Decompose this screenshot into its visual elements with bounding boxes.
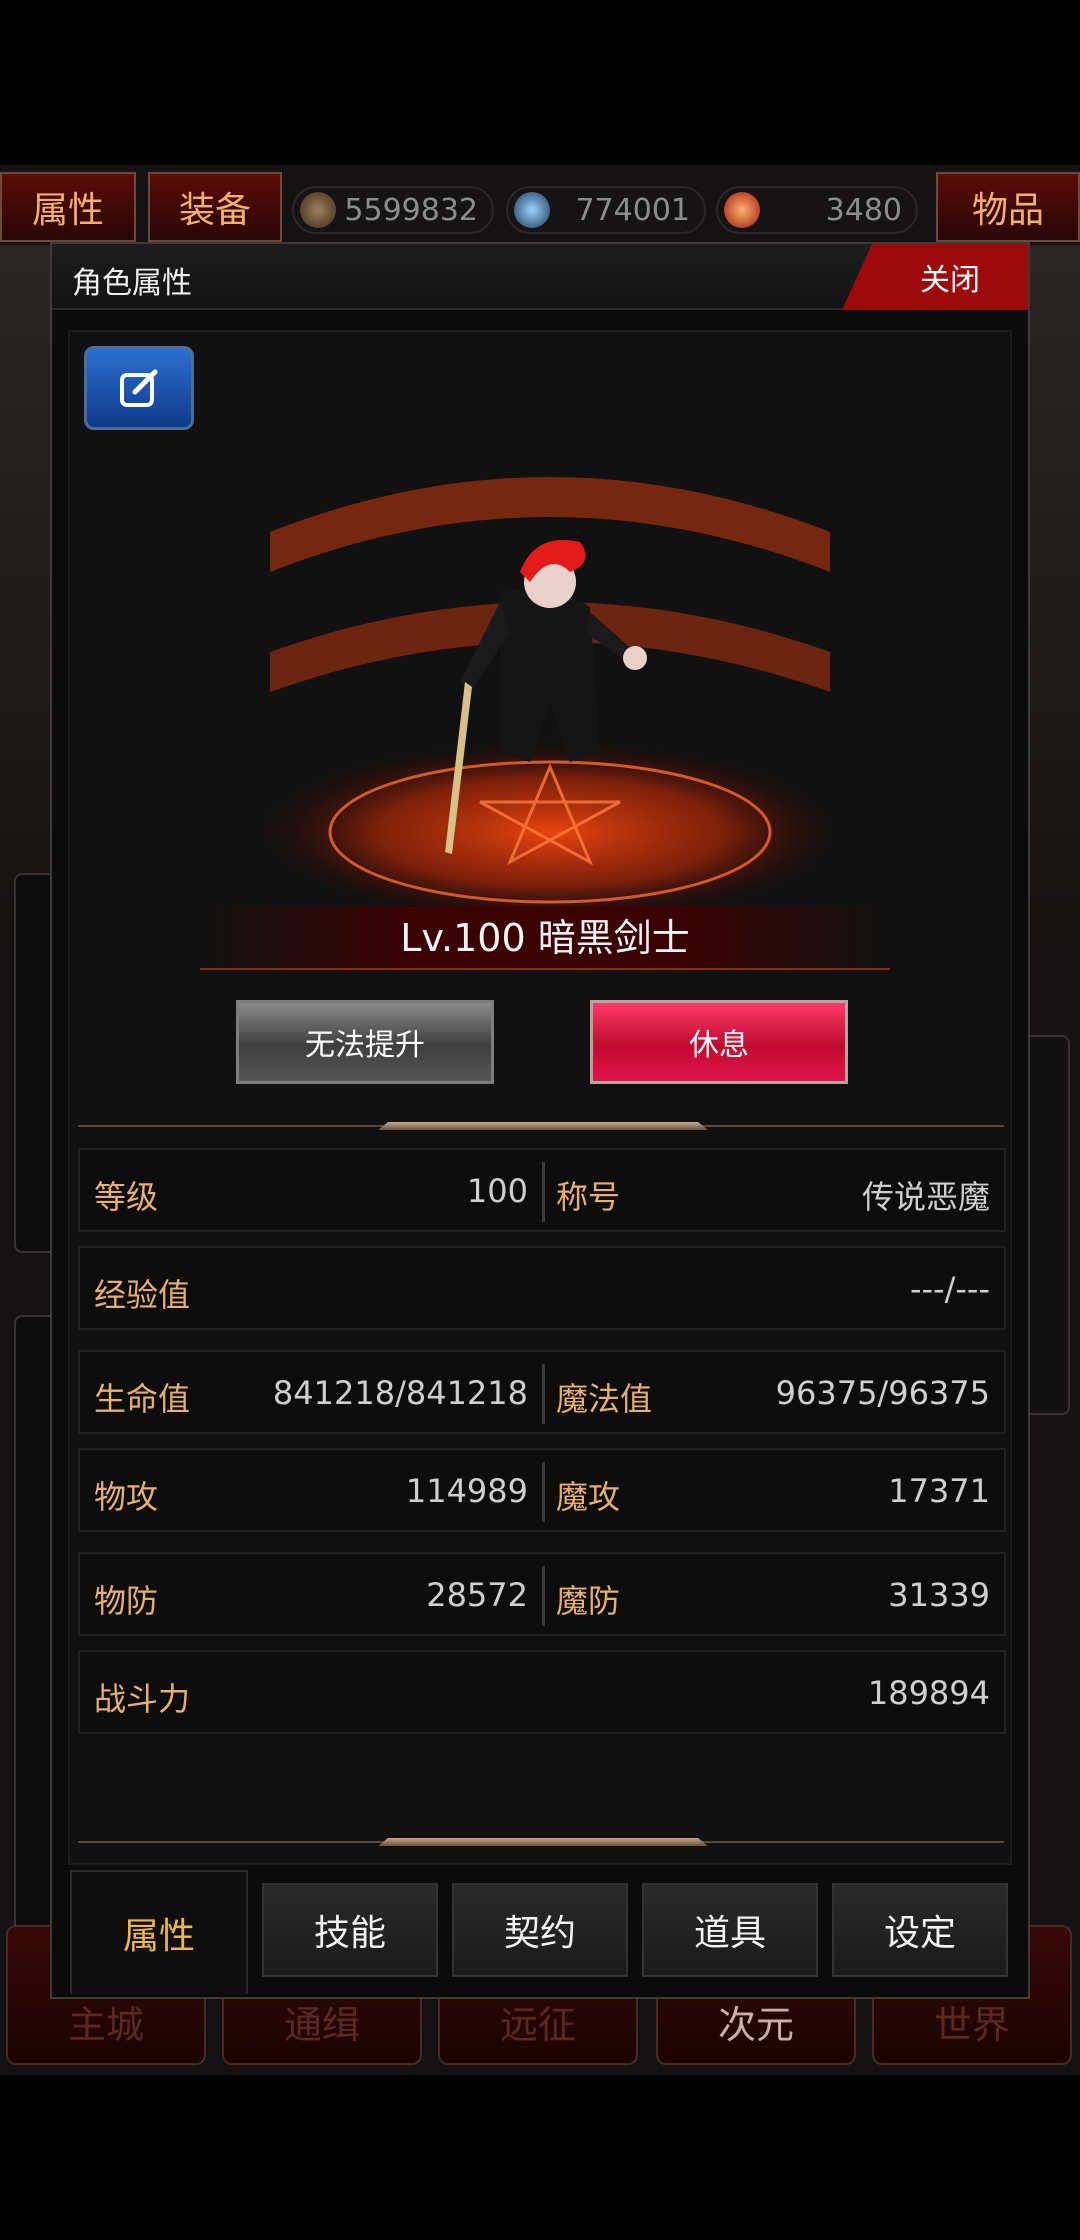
- gem-value: 3480: [825, 192, 902, 228]
- stat-separator: [542, 1364, 545, 1424]
- combat-power-label: 战斗力: [94, 1680, 191, 1718]
- stat-row-level: 等级 100 称号 传说恶魔: [78, 1148, 1006, 1232]
- close-button[interactable]: 关闭: [842, 244, 1028, 310]
- stat-separator: [542, 1462, 545, 1522]
- level-label: 等级: [94, 1178, 159, 1216]
- stat-row-attack: 物攻 114989 魔攻 17371: [78, 1448, 1006, 1532]
- combat-power-value: 189894: [867, 1674, 990, 1712]
- edit-button[interactable]: [84, 346, 194, 430]
- exp-value: ---/---: [909, 1270, 990, 1308]
- physical-attack-label: 物攻: [94, 1478, 159, 1516]
- exp-label: 经验值: [94, 1276, 191, 1314]
- mp-value: 96375/96375: [775, 1374, 990, 1412]
- hp-value: 841218/841218: [272, 1374, 528, 1412]
- modal-header: 角色属性 关闭: [52, 244, 1028, 310]
- physical-defense-label: 物防: [94, 1582, 159, 1620]
- edit-icon: [120, 369, 158, 407]
- hp-label: 生命值: [94, 1380, 191, 1418]
- skull-icon: [514, 192, 550, 228]
- stat-separator: [542, 1566, 545, 1626]
- rest-button[interactable]: 休息: [590, 1000, 848, 1084]
- divider-bottom: [78, 1838, 1004, 1846]
- stat-row-hp-mp: 生命值 841218/841218 魔法值 96375/96375: [78, 1350, 1006, 1434]
- magic-defense-value: 31339: [888, 1576, 990, 1614]
- character-name-level: Lv.100 暗黑剑士: [200, 906, 890, 970]
- physical-defense-value: 28572: [426, 1576, 528, 1614]
- stat-row-exp: 经验值 ---/---: [78, 1246, 1006, 1330]
- character-portrait: [260, 477, 840, 912]
- magic-attack-value: 17371: [888, 1472, 990, 1510]
- divider-top: [78, 1122, 1004, 1130]
- magic-attack-label: 魔攻: [556, 1478, 621, 1516]
- tab-skills[interactable]: 技能: [262, 1883, 438, 1977]
- tab-items-top[interactable]: 物品: [936, 172, 1080, 242]
- title-value: 传说恶魔: [861, 1178, 990, 1216]
- stat-row-power: 战斗力 189894: [78, 1650, 1006, 1734]
- tab-items[interactable]: 道具: [642, 1883, 818, 1977]
- tab-settings[interactable]: 设定: [832, 1883, 1008, 1977]
- soul-value: 774001: [575, 192, 690, 228]
- top-bar: 属性 装备 5599832 774001 3480 物品: [0, 172, 1080, 250]
- physical-attack-value: 114989: [405, 1472, 528, 1510]
- gold-coin-icon: [300, 192, 336, 228]
- gold-counter: 5599832: [292, 186, 494, 234]
- tab-contract[interactable]: 契约: [452, 1883, 628, 1977]
- level-value: 100: [466, 1172, 528, 1210]
- gold-value: 5599832: [344, 192, 478, 228]
- tab-attributes[interactable]: 属性: [70, 1870, 248, 1994]
- tab-equipment-top[interactable]: 装备: [148, 172, 282, 242]
- title-label: 称号: [556, 1178, 621, 1216]
- tab-attributes-top[interactable]: 属性: [0, 172, 136, 242]
- fire-gem-icon: [724, 192, 760, 228]
- character-panel: Lv.100 暗黑剑士 无法提升 休息 等级 100 称号 传说恶魔 经验值 -…: [68, 330, 1012, 1865]
- mp-label: 魔法值: [556, 1380, 653, 1418]
- upgrade-disabled-button[interactable]: 无法提升: [236, 1000, 494, 1084]
- magic-defense-label: 魔防: [556, 1582, 621, 1620]
- stat-row-defense: 物防 28572 魔防 31339: [78, 1552, 1006, 1636]
- modal-title: 角色属性: [72, 266, 192, 301]
- soul-counter: 774001: [506, 186, 706, 234]
- stat-separator: [542, 1162, 545, 1222]
- gem-counter: 3480: [716, 186, 918, 234]
- character-attributes-modal: 角色属性 关闭 Lv.100 暗黑剑士 无法提升 休息 等级 100 称号 传说…: [50, 242, 1030, 1999]
